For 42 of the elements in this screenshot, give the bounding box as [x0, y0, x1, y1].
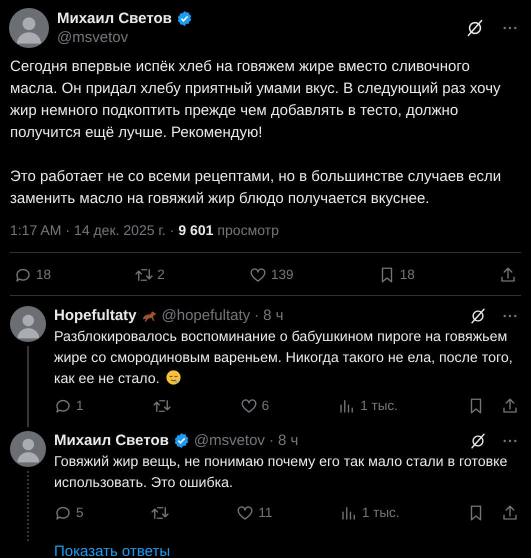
reply-age[interactable]: 8 ч	[263, 306, 284, 326]
heart-icon[interactable]	[240, 397, 258, 416]
separator-dot: ·	[254, 306, 260, 326]
avatar[interactable]	[10, 430, 46, 466]
reply-age[interactable]: 8 ч	[278, 430, 298, 450]
reply-text: Говяжий жир вещь, не понимаю почему его так мало стали в готовке использовать. Это ошибка.	[54, 454, 508, 490]
view-count: 9 601	[178, 221, 214, 240]
author-name[interactable]: Михаил Светов	[57, 9, 172, 28]
like-count: 139	[270, 266, 294, 284]
author-name[interactable]: Hopefultaty	[54, 306, 136, 326]
show-replies-link[interactable]: Показать ответы	[54, 542, 170, 558]
reply-icon[interactable]	[54, 397, 72, 416]
view-count: 1 тыс.	[360, 397, 398, 416]
separator-dot: ·	[65, 221, 70, 240]
heart-icon[interactable]	[236, 504, 254, 522]
separator-dot: ·	[268, 430, 274, 450]
share-icon[interactable]	[501, 397, 519, 416]
post-date[interactable]: 14 дек. 2025 г.	[74, 220, 166, 241]
separator-dot: ·	[170, 221, 174, 240]
reply-count: 5	[76, 504, 84, 522]
heart-icon[interactable]	[248, 266, 267, 284]
author-handle[interactable]: @hopefultaty	[162, 306, 250, 326]
post-paragraph: Сегодня впервые испёк хлеб на говяжем жире вместо сливочного масла. Он придал хлебу приятный умами вкус. В следующий раз хочу жир немного подкоптить прежде чем добавлять в тесто, должно получится ещё лучше. Рекомендую!	[10, 57, 502, 143]
bookmark-count: 18	[400, 266, 415, 284]
reply-count: 1	[76, 397, 84, 416]
reply-icon[interactable]	[14, 266, 32, 284]
author-name[interactable]: Михаил Светов	[54, 430, 169, 450]
like-count: 6	[262, 397, 270, 416]
post-paragraph: Это работает не со всеми рецептами, но в большинстве случаев если заменить масло на говяжий жир блюдо получается вкуснее.	[10, 167, 502, 209]
view-count: 1 тыс.	[362, 504, 400, 522]
reply-count: 18	[36, 266, 52, 284]
avatar[interactable]	[9, 8, 49, 48]
reply-text: Разблокировалось воспоминание о бабушкином пироге на говяжьем жире со смородиновым вареньем. Никогда такого не ела, после того, как ее не стало.	[54, 329, 513, 388]
post-time[interactable]: 1:17 AM	[10, 220, 62, 241]
avatar[interactable]	[10, 306, 46, 342]
repost-count: 2	[157, 266, 165, 284]
views-label: просмотр	[217, 221, 279, 240]
like-count: 11	[258, 504, 272, 522]
share-icon[interactable]	[498, 266, 517, 284]
share-icon[interactable]	[501, 504, 519, 522]
author-handle[interactable]: @msvetov	[57, 28, 457, 47]
author-handle[interactable]: @msvetov	[194, 430, 265, 450]
